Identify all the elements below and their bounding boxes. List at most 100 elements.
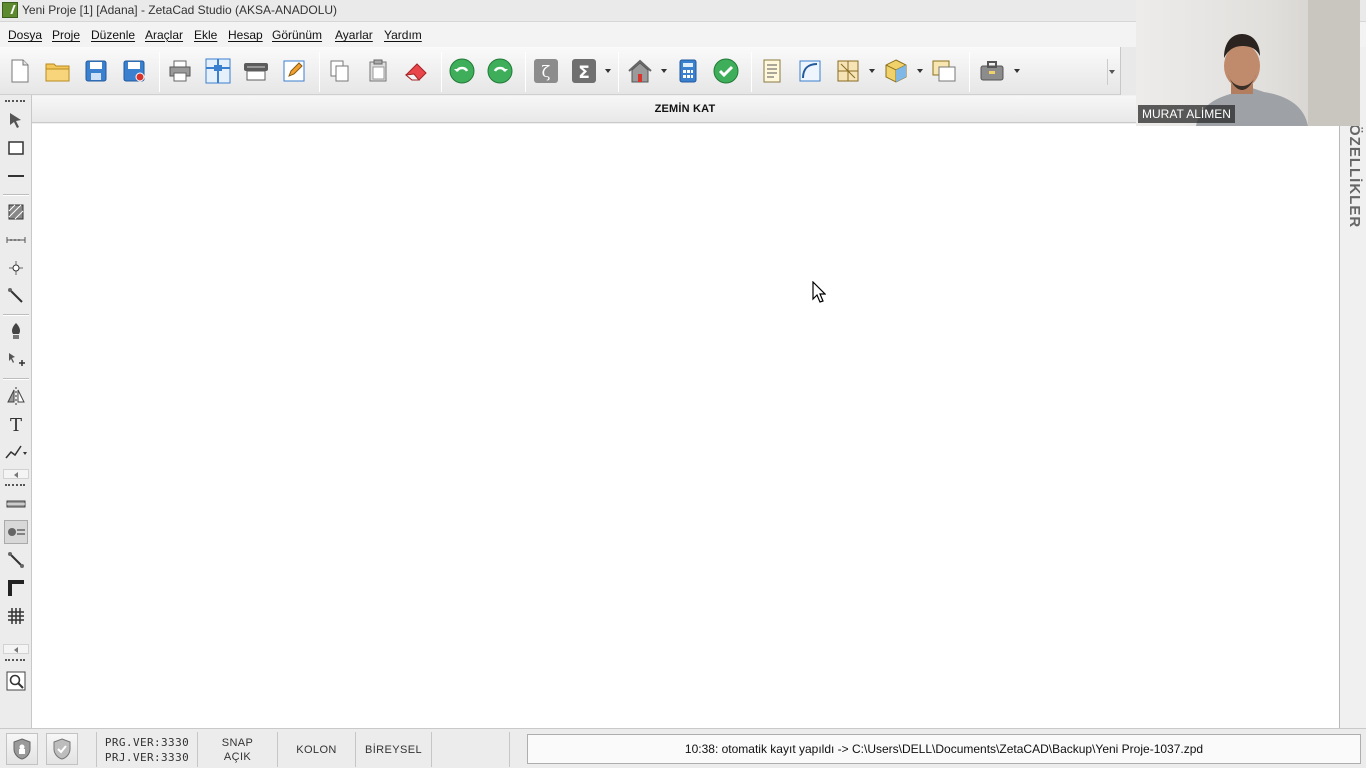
text-icon[interactable]: T [4,412,28,436]
menu-dosya[interactable]: Dosya [8,28,42,42]
lock-button[interactable] [6,733,38,765]
toolbar-grip[interactable] [5,100,25,103]
axis-icon[interactable] [204,57,232,85]
menu-hesap[interactable]: Hesap [228,28,263,42]
print-icon[interactable] [166,57,194,85]
lock-icon [13,738,31,760]
edit-document-icon[interactable] [280,57,308,85]
drawing-icon[interactable] [796,57,824,85]
menu-ekle[interactable]: Ekle [194,28,217,42]
kolon-label: KOLON [296,743,337,756]
save-as-icon[interactable] [120,57,148,85]
toolbox-dropdown-icon[interactable] [1014,69,1020,73]
toolbar-separator [751,52,752,92]
main-toolbar: ζ Σ [0,47,1120,95]
left-toolbar: T [0,95,32,728]
eraser-icon[interactable] [402,57,430,85]
cube-dropdown-icon[interactable] [917,69,923,73]
undo-icon[interactable] [448,57,476,85]
plotter-icon[interactable] [242,57,270,85]
layout-icon[interactable] [834,57,862,85]
calculator-icon[interactable] [674,57,702,85]
toolbar-separator [525,52,526,92]
menu-yardim[interactable]: Yardım [384,28,422,42]
toolbar-side-panel [1120,47,1136,95]
line-icon[interactable] [4,164,28,188]
mirror-icon[interactable] [4,384,28,408]
toolbar-overflow-icon[interactable] [1107,59,1115,85]
open-folder-icon[interactable] [44,57,72,85]
left-toolbar-scroll-left[interactable] [3,469,29,479]
toolbar-separator [618,52,619,92]
status-message: 10:38: otomatik kayıt yapıldı -> C:\User… [527,734,1361,764]
snap-state: AÇIK [223,750,252,763]
menu-duzenle[interactable]: Düzenle [91,28,135,42]
toolbar-separator [969,52,970,92]
pen-icon[interactable] [4,320,28,344]
paste-icon[interactable] [364,57,392,85]
properties-panel: ÖZELLİKLER [1339,96,1366,728]
project-version: PRJ.VER:3330 [104,750,190,764]
mode-toggle[interactable]: BİREYSEL [356,732,432,767]
grid-icon[interactable] [4,604,28,628]
report-icon[interactable] [758,57,786,85]
drawing-canvas[interactable] [32,124,1339,728]
new-file-icon[interactable] [6,57,34,85]
foundation-icon[interactable] [4,520,28,544]
sigma-icon[interactable]: Σ [570,57,598,85]
slope-icon[interactable] [4,284,28,308]
house-icon[interactable] [626,57,654,85]
presenter-name: MURAT ALİMEN [1138,105,1235,123]
rectangle-icon[interactable] [4,136,28,160]
connection-icon[interactable] [4,548,28,572]
svg-text:T: T [10,415,22,434]
svg-text:Σ: Σ [578,63,590,83]
hatch-icon[interactable] [4,200,28,224]
house-dropdown-icon[interactable] [661,69,667,73]
polyline-icon[interactable] [4,440,28,464]
select-arrow-icon[interactable] [4,108,28,132]
menu-proje[interactable]: Proje [52,28,80,42]
corner-icon[interactable] [4,576,28,600]
shield-button[interactable] [46,733,78,765]
kolon-toggle[interactable]: KOLON [278,732,356,767]
sigma-dropdown-icon[interactable] [605,69,611,73]
version-info: PRG.VER:3330 PRJ.VER:3330 [96,732,198,767]
properties-tab[interactable]: ÖZELLİKLER [1343,124,1363,228]
snap-label: SNAP [221,736,254,749]
cube-icon[interactable] [882,57,910,85]
redo-icon[interactable] [486,57,514,85]
check-icon[interactable] [712,57,740,85]
toolbar-separator [159,52,160,92]
zetacad-window: Yeni Proje [1] [Adana] - ZetaCad Studio … [0,0,1366,768]
svg-text:ζ: ζ [542,62,551,81]
mouse-cursor-icon [812,281,826,303]
point-icon[interactable] [4,256,28,280]
left-toolbar-separator [3,194,29,196]
menu-ayarlar[interactable]: Ayarlar [335,28,373,42]
app-logo-icon [2,2,18,18]
menu-gorunum[interactable]: Görünüm [272,28,322,42]
shield-check-icon [53,738,71,760]
program-version: PRG.VER:3330 [104,735,190,749]
left-toolbar-separator [3,314,29,316]
toolbar-grip[interactable] [5,659,25,662]
zeta-icon[interactable]: ζ [532,57,560,85]
move-icon[interactable] [4,348,28,372]
window-title: Yeni Proje [1] [Adana] - ZetaCad Studio … [22,3,338,17]
zoom-window-icon[interactable] [4,669,28,693]
copy-icon[interactable] [326,57,354,85]
floor-title: ZEMİN KAT [654,103,716,115]
toolbar-separator [441,52,442,92]
beam-icon[interactable] [4,492,28,516]
menu-araclar[interactable]: Araçlar [145,28,183,42]
save-icon[interactable] [82,57,110,85]
layout-dropdown-icon[interactable] [869,69,875,73]
dimension-icon[interactable] [4,228,28,252]
left-toolbar-scroll-left[interactable] [3,644,29,654]
layers-icon[interactable] [930,57,958,85]
snap-toggle[interactable]: SNAP AÇIK [198,732,278,767]
status-empty-cell [432,732,510,767]
toolbar-grip[interactable] [5,484,25,487]
toolbox-icon[interactable] [978,57,1006,85]
